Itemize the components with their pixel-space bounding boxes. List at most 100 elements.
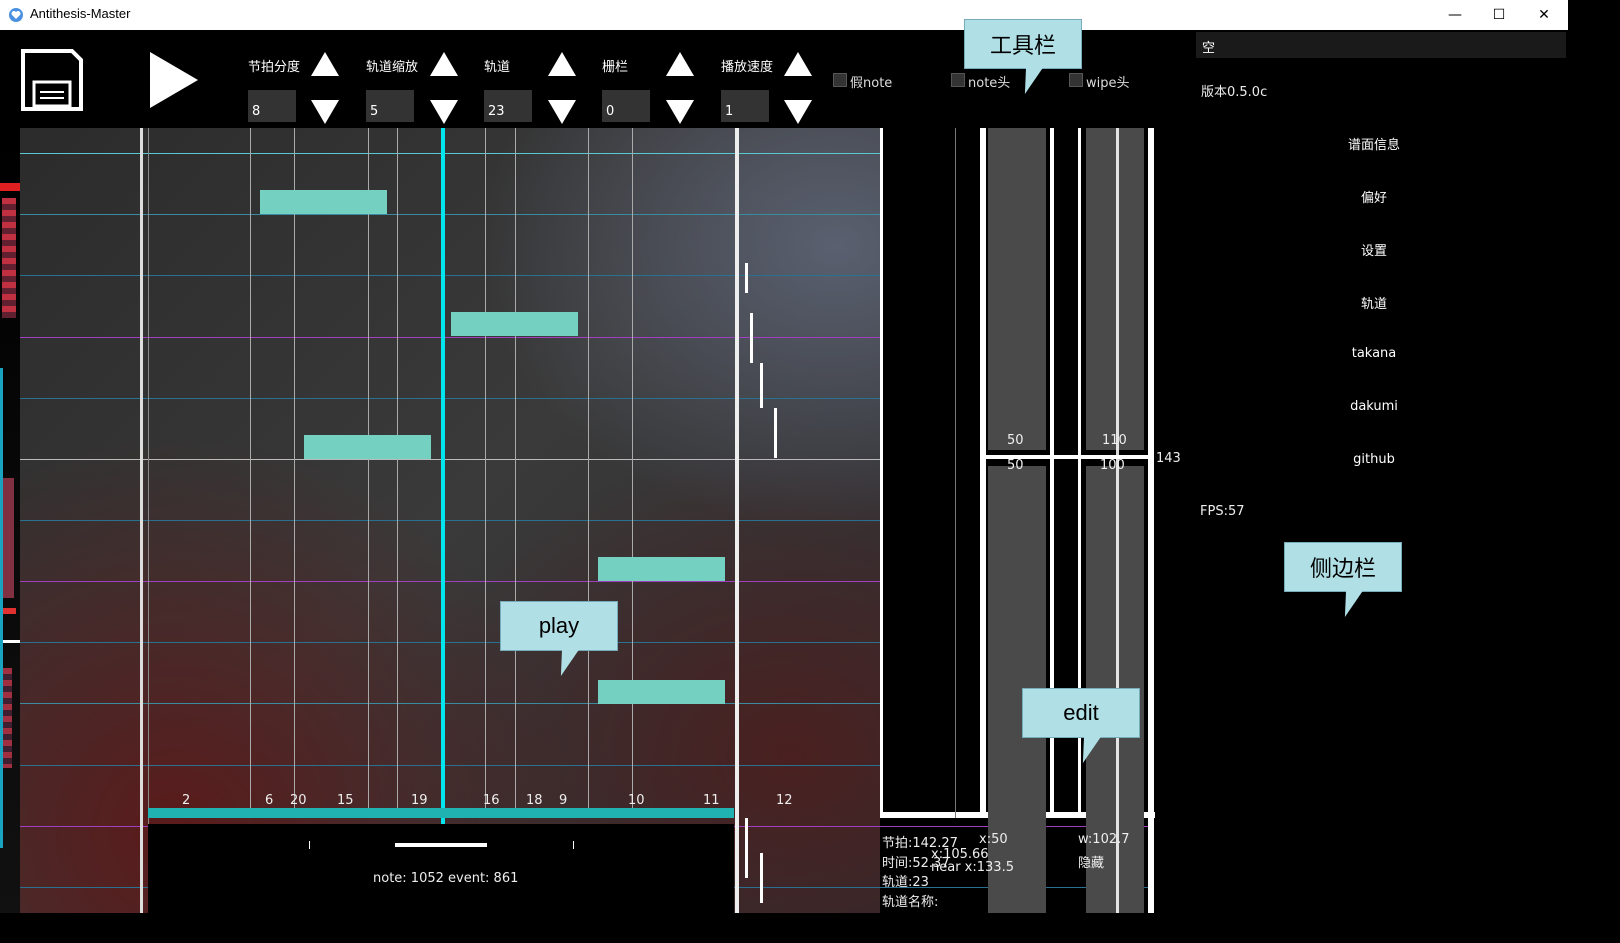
event-marker [760, 363, 763, 408]
beat-division-label: 节拍分度 [248, 60, 301, 75]
minimize-button[interactable]: — [1432, 0, 1478, 30]
track-value: 50 [1007, 458, 1024, 473]
sidebar-item-settings[interactable]: 设置 [1180, 240, 1568, 259]
sidebar-item-chart-info[interactable]: 谱面信息 [1180, 134, 1568, 153]
note-event-count: note: 1052 event: 861 [373, 871, 519, 886]
track-line [515, 128, 516, 808]
timeline-tick: 12 [776, 793, 793, 808]
note[interactable] [260, 190, 387, 214]
title-bar: Antithesis-Master — ☐ ✕ [0, 0, 1568, 31]
sidebar-item-dakumi[interactable]: dakumi [1180, 399, 1568, 414]
sidebar-search-value: 空 [1202, 41, 1216, 56]
track-up-button[interactable] [548, 52, 576, 76]
note[interactable] [304, 435, 431, 459]
timeline-tick: 15 [337, 793, 354, 808]
grid-label: 栅栏 [602, 60, 629, 75]
sidebar-item-github[interactable]: github [1180, 452, 1568, 467]
track-marker [1116, 128, 1119, 913]
timeline-track [148, 808, 734, 818]
toolbar-callout-text: 工具栏 [989, 33, 1056, 58]
fake-note-label: 假note [850, 76, 893, 91]
info-x: x:50 [979, 832, 1008, 847]
scroll-thumb[interactable] [395, 843, 487, 847]
track-value: 110 [1102, 433, 1127, 448]
track-column [980, 128, 986, 818]
note[interactable] [598, 680, 725, 704]
track-line [397, 128, 398, 808]
timeline-tick: 10 [628, 793, 645, 808]
track-value: 143 [1156, 451, 1180, 466]
note[interactable] [451, 312, 578, 336]
beat-division-input[interactable]: 8 [248, 90, 296, 122]
event-marker [745, 263, 748, 293]
track-line [148, 128, 149, 913]
fake-note-checkbox[interactable] [833, 73, 847, 87]
info-near: near x:133.5 [931, 860, 1014, 875]
edit-callout-text: edit [1063, 700, 1099, 725]
track-input[interactable]: 23 [484, 90, 532, 122]
note-head-label: note头 [968, 76, 1011, 91]
toolbar-callout: 工具栏 [964, 19, 1082, 94]
sidebar-item-takana[interactable]: takana [1180, 346, 1568, 361]
timeline-tick: 11 [703, 793, 720, 808]
event-marker [745, 818, 748, 878]
beat-division-up-button[interactable] [311, 52, 339, 76]
close-button[interactable]: ✕ [1521, 0, 1567, 30]
scroll-tick [309, 841, 310, 849]
track-fill [988, 128, 1046, 450]
playhead[interactable] [441, 128, 445, 913]
sidebar-item-preferences[interactable]: 偏好 [1180, 187, 1568, 206]
timeline-tick: 9 [559, 793, 568, 808]
timeline-tick: 18 [526, 793, 543, 808]
track-down-button[interactable] [548, 100, 576, 124]
track-value: 50 [1007, 433, 1024, 448]
grid-down-button[interactable] [666, 100, 694, 124]
event-marker [774, 408, 777, 458]
density-strip [0, 128, 20, 913]
play-icon[interactable] [150, 52, 200, 108]
track-column [1148, 128, 1154, 913]
event-marker [750, 313, 753, 363]
hide-toggle[interactable]: 隐藏 [1078, 852, 1104, 871]
track-line [485, 128, 486, 808]
timeline-tick: 2 [182, 793, 191, 808]
track-zoom-up-button[interactable] [430, 52, 458, 76]
app-logo-icon [9, 8, 23, 22]
scroll-tick [573, 841, 574, 849]
track-value: 100 [1100, 458, 1125, 473]
track-line [250, 128, 251, 808]
track-zoom-down-button[interactable] [430, 100, 458, 124]
track-zoom-input[interactable]: 5 [366, 90, 414, 122]
track-line [294, 128, 295, 808]
maximize-button[interactable]: ☐ [1476, 0, 1522, 30]
sidebar: 空 版本0.5.0c 谱面信息 偏好 设置 轨道 takana dakumi g… [1180, 30, 1568, 913]
track-boundary [140, 128, 143, 913]
sidebar-item-tracks[interactable]: 轨道 [1180, 293, 1568, 312]
track-line [368, 128, 369, 808]
version-label: 版本0.5.0c [1201, 85, 1268, 100]
grid-input[interactable]: 0 [602, 90, 650, 122]
track-boundary [735, 128, 739, 913]
beat-division-down-button[interactable] [311, 100, 339, 124]
play-callout: play [500, 601, 618, 676]
track-label: 轨道 [484, 60, 511, 75]
play-speed-down-button[interactable] [784, 100, 812, 124]
note[interactable] [598, 557, 725, 581]
info-width: w:102.7 [1078, 832, 1130, 847]
editor-canvas[interactable]: 2 6 20 15 19 16 18 9 10 11 12 note: 1052… [0, 128, 1180, 913]
info-track: 轨道:23 [882, 875, 929, 890]
track-fill [1086, 128, 1144, 450]
timeline-tick: 20 [290, 793, 307, 808]
info-track-name: 轨道名称: [882, 895, 939, 910]
play-speed-input[interactable]: 1 [721, 90, 769, 122]
fps-counter: FPS:57 [1200, 504, 1245, 519]
play-callout-text: play [538, 613, 580, 638]
edit-callout: edit [1022, 688, 1140, 763]
grid-up-button[interactable] [666, 52, 694, 76]
sidebar-search[interactable]: 空 [1196, 32, 1566, 58]
note-head-checkbox[interactable] [951, 73, 965, 87]
save-icon[interactable] [20, 48, 84, 112]
track-zoom-label: 轨道缩放 [366, 60, 419, 75]
play-speed-up-button[interactable] [784, 52, 812, 76]
wipe-head-checkbox[interactable] [1069, 73, 1083, 87]
